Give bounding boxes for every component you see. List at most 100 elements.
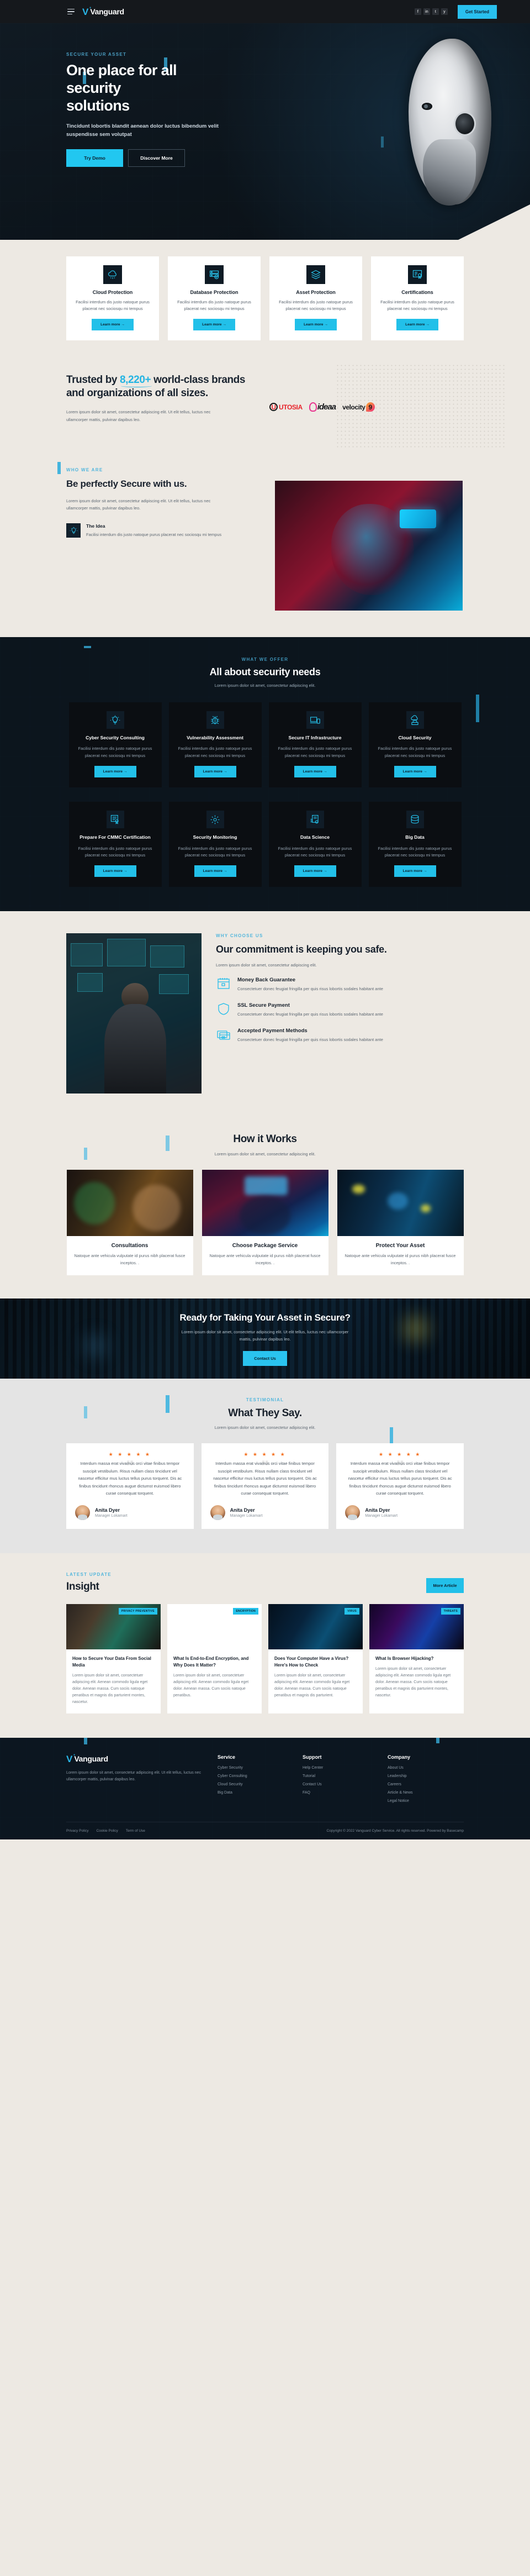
service-desc: Facilisi interdum dis justo natoque puru… <box>278 845 352 858</box>
blog-card[interactable]: VIRUS Does Your Computer Have a Virus? H… <box>268 1604 363 1713</box>
how-it-works-title: How it Works <box>233 1133 297 1145</box>
brand-logo[interactable]: V + Vanguard <box>82 7 124 17</box>
how-it-works-card[interactable]: Choose Package Service Natoque ante vehi… <box>202 1170 328 1276</box>
feature-card[interactable]: Asset Protection Facilisi interdum dis j… <box>269 256 362 341</box>
who-we-are-image <box>275 481 463 611</box>
footer-column-support: Support Help Center Tutorial Contact Us … <box>303 1754 373 1807</box>
facebook-icon[interactable]: f <box>414 8 421 15</box>
service-title: Secure IT Infrastructure <box>288 735 342 741</box>
service-card[interactable]: Secure IT Infrastructure Facilisi interd… <box>268 702 362 788</box>
feature-card[interactable]: Database Protection Facilisi interdum di… <box>168 256 261 341</box>
footer-bottom-bar: Privacy Policy Cookie Policy Term of Use… <box>66 1821 464 1839</box>
hero-eyebrow: SECURE YOUR ASSET <box>66 52 127 57</box>
privacy-policy-link[interactable]: Privacy Policy <box>66 1829 88 1833</box>
blog-excerpt: Lorem ipsum dolor sit amet, consectetuer… <box>173 1674 249 1697</box>
service-desc: Facilisi interdum dis justo natoque puru… <box>278 746 352 758</box>
service-card[interactable]: Security Monitoring Facilisi interdum di… <box>168 802 262 887</box>
footer-brand-logo[interactable]: V + Vanguard <box>66 1754 203 1764</box>
learn-more-button[interactable]: Learn more → <box>396 319 438 331</box>
linkedin-icon[interactable]: in <box>423 8 430 15</box>
feature-desc: Facilisi interdum dis justo natoque puru… <box>76 299 150 312</box>
blog-excerpt: Lorem ipsum dolor sit amet, consectetuer… <box>274 1674 350 1697</box>
api-icon <box>306 811 324 829</box>
learn-more-button[interactable]: Learn more → <box>394 865 436 877</box>
blog-image: VIRUS <box>268 1604 363 1650</box>
get-started-button[interactable]: Get Started <box>457 4 497 19</box>
services-subtitle: Lorem ipsum dolor sit amet, consectetur … <box>214 683 316 688</box>
feature-card[interactable]: Cloud Protection Facilisi interdum dis j… <box>66 256 159 341</box>
consultations-image <box>66 1170 193 1237</box>
feature-title: Cloud Protection <box>92 290 133 295</box>
footer-link[interactable]: Article & News <box>388 1791 458 1795</box>
ideaa-bulb-icon <box>309 402 317 412</box>
learn-more-button[interactable]: Learn more → <box>295 319 337 331</box>
service-card[interactable]: Prepare For CMMC Certification Facilisi … <box>68 802 162 887</box>
cloud-security-icon <box>406 711 424 729</box>
hamburger-menu-icon[interactable] <box>67 8 75 15</box>
footer-link[interactable]: Big Data <box>218 1791 288 1795</box>
blog-card[interactable]: ENCRYPTION What Is End-to-End Encryption… <box>167 1604 262 1713</box>
service-title: Security Monitoring <box>193 834 237 840</box>
footer-link[interactable]: Tutorial <box>303 1774 373 1778</box>
how-it-works-card[interactable]: Protect Your Asset Natoque ante vehicula… <box>337 1170 464 1276</box>
service-card[interactable]: Cyber Security Consulting Facilisi inter… <box>68 702 162 788</box>
more-article-button[interactable]: More Article <box>426 1578 464 1594</box>
contact-us-button[interactable]: Contact Us <box>243 1350 287 1366</box>
shield-icon <box>216 1002 231 1016</box>
feature-card[interactable]: Certifications Facilisi interdum dis jus… <box>371 256 464 341</box>
learn-more-button[interactable]: Learn more → <box>92 319 134 331</box>
author-name: Anita Dyer <box>365 1507 390 1513</box>
footer-column-service: Service Cyber Security Cyber Consulting … <box>218 1754 288 1807</box>
how-it-works-card[interactable]: Consultations Natoque ante vehicula vulp… <box>66 1170 193 1276</box>
services-section: WHAT WE OFFER All about security needs L… <box>0 637 530 912</box>
testimonial-card: ★ ★ ★ ★ ★ ” Interdum massa erat vivamus … <box>336 1443 464 1529</box>
try-demo-button[interactable]: Try Demo <box>66 149 123 167</box>
lightbulb-icon <box>66 523 81 538</box>
discover-more-button[interactable]: Discover More <box>128 149 185 167</box>
cookie-policy-link[interactable]: Cookie Policy <box>96 1829 118 1833</box>
blog-card[interactable]: PRIVACY PREVENTIVE How to Secure Your Da… <box>66 1604 161 1713</box>
footer-link[interactable]: Leadership <box>388 1774 458 1778</box>
footer-link[interactable]: About Us <box>388 1766 458 1770</box>
twitter-icon[interactable]: t <box>432 8 439 15</box>
footer-link[interactable]: Cloud Security <box>218 1783 288 1786</box>
blog-card[interactable]: THREATS What Is Browser Hijacking? Lorem… <box>369 1604 464 1713</box>
footer-link[interactable]: Legal Notice <box>388 1799 458 1803</box>
feature-cards-section: Cloud Protection Facilisi interdum dis j… <box>0 240 530 364</box>
learn-more-button[interactable]: Learn more → <box>193 319 235 331</box>
testimonial-section: TESTIMONIAL What They Say. Lorem ipsum d… <box>0 1379 530 1554</box>
gear-icon <box>206 811 224 829</box>
trusted-count: 8,220+ <box>119 374 151 386</box>
youtube-icon[interactable]: y <box>441 8 448 15</box>
learn-more-button[interactable]: Learn more → <box>394 766 436 778</box>
footer-link[interactable]: FAQ <box>303 1791 373 1795</box>
blog-title: Does Your Computer Have a Virus? Here's … <box>274 1656 349 1668</box>
commitment-item: SSL Secure Payment Consectetuer donec fe… <box>216 1002 464 1018</box>
service-card[interactable]: Vulnerability Assessment Facilisi interd… <box>168 702 262 788</box>
footer-link[interactable]: Cyber Consulting <box>218 1774 288 1778</box>
learn-more-button[interactable]: Learn more → <box>194 865 236 877</box>
service-card[interactable]: Big Data Facilisi interdum dis justo nat… <box>368 802 462 887</box>
footer-link[interactable]: Help Center <box>303 1766 373 1770</box>
service-card[interactable]: Cloud Security Facilisi interdum dis jus… <box>368 702 462 788</box>
learn-more-button[interactable]: Learn more → <box>294 865 336 877</box>
learn-more-button[interactable]: Learn more → <box>94 766 136 778</box>
cta-subtitle: Lorem ipsum dolor sit amet, consectetur … <box>181 1329 349 1342</box>
feature-desc: Facilisi interdum dis justo natoque puru… <box>279 299 353 312</box>
author-name: Anita Dyer <box>230 1507 255 1513</box>
hero-section: SECURE YOUR ASSET One place for all secu… <box>0 23 530 240</box>
blog-title: What Is Browser Hijacking? <box>375 1656 434 1662</box>
learn-more-button[interactable]: Learn more → <box>194 766 236 778</box>
hero-subtitle: Tincidunt lobortis blandit aenean dolor … <box>66 123 219 138</box>
footer-link[interactable]: Contact Us <box>303 1783 373 1786</box>
footer-link[interactable]: Careers <box>388 1783 458 1786</box>
learn-more-button[interactable]: Learn more → <box>294 766 336 778</box>
blog-title: How to Secure Your Data From Social Medi… <box>72 1656 151 1668</box>
learn-more-button[interactable]: Learn more → <box>94 865 136 877</box>
service-card[interactable]: Data Science Facilisi interdum dis justo… <box>268 802 362 887</box>
footer-link[interactable]: Cyber Security <box>218 1766 288 1770</box>
calendar-icon <box>216 977 231 990</box>
trusted-section: Trusted by 8,220+ world-class brands and… <box>0 364 530 458</box>
how-it-works-cards: Consultations Natoque ante vehicula vulp… <box>66 1170 464 1276</box>
terms-of-use-link[interactable]: Term of Use <box>126 1829 145 1833</box>
